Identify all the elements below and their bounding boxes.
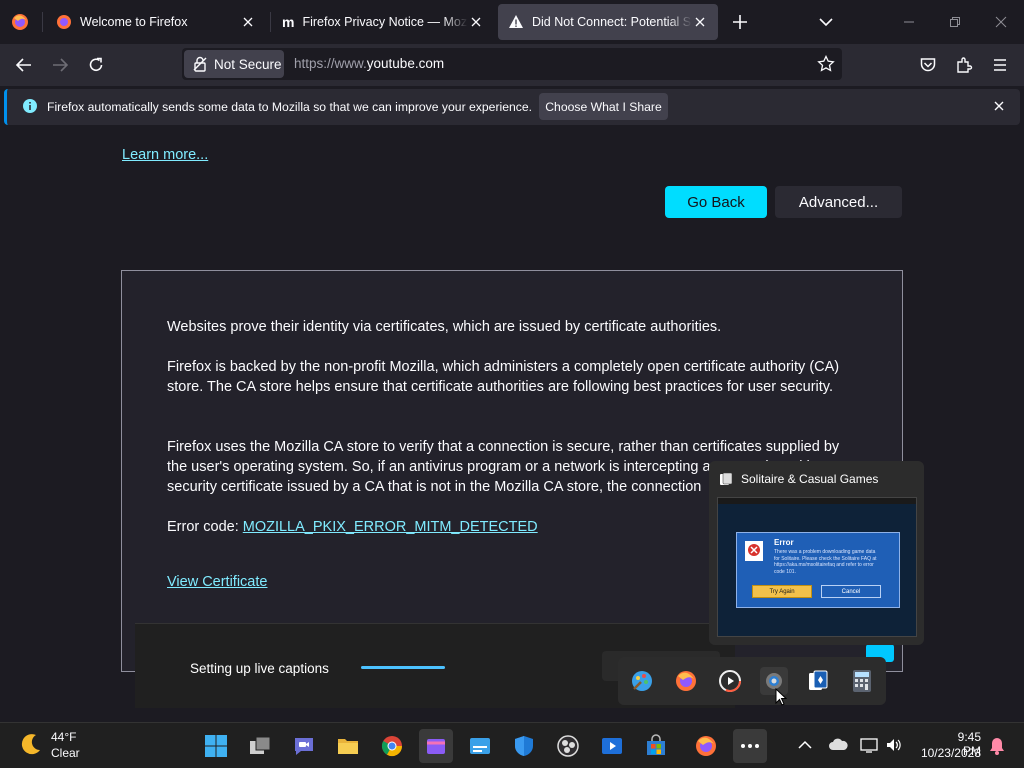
dialog-title: Error xyxy=(774,538,794,547)
not-secure-label: Not Secure xyxy=(214,56,282,72)
go-back-button[interactable]: Go Back xyxy=(665,186,767,218)
url-bar[interactable]: Not Secure https://www.youtube.com xyxy=(182,48,842,80)
pocket-icon[interactable] xyxy=(914,51,942,79)
mozilla-ca-paragraph: Firefox is backed by the non-profit Mozi… xyxy=(167,359,840,395)
windows-taskbar: 44°F Clear 9:45 PM 10/23/2023 xyxy=(0,722,1024,768)
task-view-icon[interactable] xyxy=(243,729,277,763)
weather-temperature[interactable]: 44°F xyxy=(51,730,76,744)
weather-condition[interactable]: Clear xyxy=(51,746,80,760)
warning-icon xyxy=(508,14,524,30)
paint-icon[interactable] xyxy=(628,667,656,695)
live-captions-progress xyxy=(361,666,445,669)
moon-weather-icon[interactable] xyxy=(18,731,44,757)
notification-bell-icon[interactable] xyxy=(988,736,1006,756)
reload-button[interactable] xyxy=(82,51,110,79)
choose-what-i-share-button[interactable]: Choose What I Share xyxy=(539,93,668,120)
url-prefix: https://www. xyxy=(294,56,367,71)
clock-date[interactable]: 10/23/2023 xyxy=(917,746,981,760)
error-code-label: Error code: xyxy=(167,519,243,535)
view-certificate-link[interactable]: View Certificate xyxy=(167,574,267,590)
tab-title: Did Not Connect: Potential Security Issu… xyxy=(532,15,692,29)
live-captions-status: Setting up live captions xyxy=(190,661,329,676)
solitaire-error-dialog: Error There was a problem downloading ga… xyxy=(736,532,900,608)
bookmark-star-icon[interactable] xyxy=(817,55,835,73)
taskbar-overflow-flyout xyxy=(618,657,886,705)
solitaire-icon[interactable] xyxy=(804,667,832,695)
minimize-button[interactable] xyxy=(886,0,932,44)
obs-studio-icon[interactable] xyxy=(551,729,585,763)
app-menu-icon[interactable] xyxy=(986,51,1014,79)
broken-lock-icon xyxy=(192,56,208,72)
extensions-icon[interactable] xyxy=(950,51,978,79)
chrome-icon[interactable] xyxy=(375,729,409,763)
dialog-body: There was a problem downloading game dat… xyxy=(774,549,877,575)
tab-title: Firefox Privacy Notice — Mozilla xyxy=(302,15,468,29)
close-tab-icon[interactable] xyxy=(692,14,708,30)
preview-thumbnail[interactable]: Error There was a problem downloading ga… xyxy=(717,497,917,637)
learn-more-link[interactable]: Learn more... xyxy=(122,147,208,163)
mouse-cursor-icon xyxy=(775,688,787,706)
new-tab-icon[interactable] xyxy=(730,12,750,32)
firefox-taskbar-icon[interactable] xyxy=(689,729,723,763)
file-explorer-icon[interactable] xyxy=(331,729,365,763)
tab-welcome[interactable]: Welcome to Firefox xyxy=(46,4,266,40)
media-player-icon[interactable] xyxy=(716,667,744,695)
firefox-logo-icon xyxy=(56,14,72,30)
back-button[interactable] xyxy=(10,51,38,79)
solitaire-cards-icon xyxy=(719,472,733,486)
onedrive-cloud-icon[interactable] xyxy=(828,737,848,753)
list-tabs-chevron-icon[interactable] xyxy=(816,12,836,32)
close-window-button[interactable] xyxy=(978,0,1024,44)
network-display-icon[interactable] xyxy=(860,736,878,754)
firefox-view-icon[interactable] xyxy=(10,12,30,32)
advanced-button[interactable]: Advanced... xyxy=(775,186,902,218)
preview-close-icon[interactable] xyxy=(901,498,913,504)
certificate-paragraph: Websites prove their identity via certif… xyxy=(167,319,722,335)
tab-did-not-connect[interactable]: Did Not Connect: Potential Security Issu… xyxy=(498,4,718,40)
clipchamp-icon[interactable] xyxy=(419,729,453,763)
navigation-toolbar: Not Secure https://www.youtube.com xyxy=(0,44,1024,86)
close-notification-icon[interactable] xyxy=(992,99,1006,113)
forward-button[interactable] xyxy=(46,51,74,79)
microsoft-store-icon[interactable] xyxy=(639,729,673,763)
cancel-button[interactable]: Cancel xyxy=(821,585,881,598)
app-window-icon[interactable] xyxy=(463,729,497,763)
data-collection-notification: Firefox automatically sends some data to… xyxy=(4,89,1020,125)
try-again-button[interactable]: Try Again xyxy=(752,585,812,598)
info-icon xyxy=(22,98,38,114)
teams-chat-icon[interactable] xyxy=(287,729,321,763)
not-secure-indicator[interactable]: Not Secure xyxy=(184,50,284,78)
start-windows-icon[interactable] xyxy=(199,729,233,763)
tab-privacy-notice[interactable]: m Firefox Privacy Notice — Mozilla xyxy=(272,4,494,40)
error-x-icon xyxy=(745,541,763,561)
notification-text: Firefox automatically sends some data to… xyxy=(47,100,533,114)
restore-button[interactable] xyxy=(932,0,978,44)
tab-title: Welcome to Firefox xyxy=(80,15,188,29)
taskbar-window-preview[interactable]: Solitaire & Casual Games Error There was… xyxy=(709,461,924,645)
url-text[interactable]: https://www.youtube.com xyxy=(294,56,444,71)
show-more-icon[interactable] xyxy=(733,729,767,763)
close-tab-icon[interactable] xyxy=(468,14,484,30)
firefox-icon[interactable] xyxy=(672,667,700,695)
mozilla-logo-icon: m xyxy=(282,14,295,30)
tray-chevron-up-icon[interactable] xyxy=(797,737,813,753)
calculator-icon[interactable] xyxy=(848,667,876,695)
error-code-link[interactable]: MOZILLA_PKIX_ERROR_MITM_DETECTED xyxy=(243,519,538,535)
close-tab-icon[interactable] xyxy=(240,14,256,30)
volume-icon[interactable] xyxy=(885,736,903,754)
url-domain: youtube.com xyxy=(366,56,445,71)
windows-security-icon[interactable] xyxy=(507,729,541,763)
preview-title: Solitaire & Casual Games xyxy=(741,472,879,486)
tab-strip: Welcome to Firefox m Firefox Privacy Not… xyxy=(0,0,1024,44)
movies-tv-icon[interactable] xyxy=(595,729,629,763)
